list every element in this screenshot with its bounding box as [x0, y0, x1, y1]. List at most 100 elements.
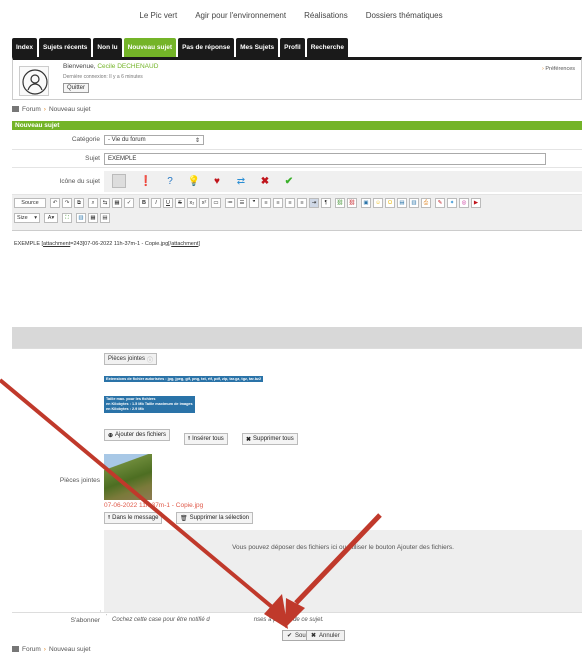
upload-icon: ⭱ [108, 515, 111, 521]
nav-dossiers[interactable]: Dossiers thématiques [366, 11, 443, 20]
spellcheck-icon[interactable]: ✓ [124, 198, 134, 208]
smiley-icon[interactable]: ☺ [373, 198, 383, 208]
select-arrow-icon: ⇕ [194, 137, 200, 144]
hr-icon[interactable]: ▥ [409, 198, 419, 208]
cancel-button[interactable]: ✖ Annuler [306, 630, 345, 641]
maximize-icon[interactable]: ⛶ [62, 213, 72, 223]
attachments-tab[interactable]: Pièces jointes ⓘ [104, 353, 158, 365]
template-icon[interactable]: ▦ [88, 213, 98, 223]
indent-icon[interactable]: ⇥ [309, 198, 319, 208]
subscript-icon[interactable]: x₂ [187, 198, 197, 208]
nav-agir[interactable]: Agir pour l'environnement [195, 11, 286, 20]
select-all-icon[interactable]: ▦ [112, 198, 122, 208]
subject-input[interactable]: EXEMPLE [104, 153, 546, 165]
drop-zone[interactable]: Vous pouvez déposer des fichiers ici ou … [104, 530, 582, 612]
forum-tabs: Index Sujets récents Non lu Nouveau suje… [12, 38, 348, 57]
tab-non-lu[interactable]: Non lu [93, 38, 122, 57]
exclamation-icon[interactable]: ❗ [139, 174, 153, 188]
attachment-thumbnail[interactable] [104, 454, 152, 500]
arrows-icon[interactable]: ⇄ [234, 174, 248, 188]
align-center-icon[interactable]: ≡ [273, 198, 283, 208]
underline-icon[interactable]: U [163, 198, 173, 208]
welcome-text: Bienvenue, Cecile DECHENAUD [63, 63, 159, 70]
copy-icon[interactable]: ⧉ [74, 198, 84, 208]
chevron-right-icon: › [43, 645, 46, 653]
redo-icon[interactable]: ↷ [62, 198, 72, 208]
avatar[interactable] [19, 66, 49, 96]
subject-label: Sujet [85, 155, 100, 162]
user-name[interactable]: Cecile DECHENAUD [97, 63, 158, 70]
question-icon[interactable]: ? [163, 174, 177, 188]
color-icon[interactable]: ✎ [435, 198, 445, 208]
link-icon[interactable]: ⛓ [335, 198, 345, 208]
quit-button[interactable]: Quitter [63, 83, 90, 93]
tab-profil[interactable]: Profil [280, 38, 305, 57]
quote-icon[interactable]: ❞ [249, 198, 259, 208]
form-header: Nouveau sujet [12, 121, 582, 130]
chevron-right-icon: › [541, 66, 544, 72]
breadcrumb-current[interactable]: Nouveau sujet [49, 646, 91, 653]
tab-recherche[interactable]: Recherche [306, 38, 348, 57]
numbered-list-icon[interactable]: ≔ [225, 198, 235, 208]
preview-icon[interactable]: ▤ [100, 213, 110, 223]
superscript-icon[interactable]: x² [199, 198, 209, 208]
instagram-icon[interactable]: ◎ [459, 198, 469, 208]
delete-all-button[interactable]: ✖ Supprimer tous [242, 433, 298, 445]
attach-icon[interactable]: ⎙ [421, 198, 431, 208]
show-blocks-icon[interactable]: ▥ [76, 213, 86, 223]
align-left-icon[interactable]: ≡ [261, 198, 271, 208]
unlink-icon[interactable]: ⛓ [347, 198, 357, 208]
image-icon[interactable]: ▣ [361, 198, 371, 208]
size-select[interactable]: Size ▾ [14, 213, 40, 223]
bullet-list-icon[interactable]: ☰ [237, 198, 247, 208]
cross-icon[interactable]: ✖ [258, 174, 272, 188]
replace-icon[interactable]: ⇆ [100, 198, 110, 208]
chevron-right-icon: › [43, 105, 46, 113]
italic-icon[interactable]: I [151, 198, 161, 208]
undo-icon[interactable]: ↶ [50, 198, 60, 208]
nav-le-pic-vert[interactable]: Le Pic vert [139, 11, 177, 20]
lightbulb-icon[interactable]: 💡 [187, 174, 201, 188]
user-icon [22, 69, 48, 95]
delete-selection-button[interactable]: 🗑 Supprimer la sélection [176, 512, 253, 524]
strike-icon[interactable]: S [175, 198, 185, 208]
attachment-file-name[interactable]: 07-06-2022 11h-37m-1 - Copie.jpg [104, 502, 203, 509]
preferences-link[interactable]: › Préférences [542, 66, 575, 72]
source-button[interactable]: Source [14, 198, 46, 208]
message-editor[interactable]: EXEMPLE [attachment=243]07-06-2022 11h-3… [12, 231, 582, 327]
breadcrumb-forum[interactable]: Forum [22, 106, 41, 113]
special-char-icon[interactable]: Ω [385, 198, 395, 208]
tab-nouveau-sujet[interactable]: Nouveau sujet [123, 38, 177, 57]
insert-all-button[interactable]: ⭱ Insérer tous [184, 433, 228, 445]
insert-in-message-button[interactable]: ⭱ Dans le message [104, 512, 163, 524]
tab-mes-sujets[interactable]: Mes Sujets [236, 38, 279, 57]
tab-pas-de-reponse[interactable]: Pas de réponse [178, 38, 235, 57]
add-files-button[interactable]: ⊕ Ajouter des fichiers [104, 429, 171, 441]
checkmark-icon[interactable]: ✔ [282, 174, 296, 188]
subscribe-checkbox[interactable]: ˙ [106, 615, 108, 621]
table-icon[interactable]: ▤ [397, 198, 407, 208]
video-icon[interactable]: ▶ [471, 198, 481, 208]
remove-format-icon[interactable]: ▭ [211, 198, 221, 208]
menu-icon [12, 646, 19, 652]
breadcrumb-forum[interactable]: Forum [22, 646, 41, 653]
font-color-icon[interactable]: A▾ [44, 213, 58, 223]
subscribe-text: Cochez cette case pour être notifié d nse… [112, 617, 324, 623]
tab-index[interactable]: Index [12, 38, 37, 57]
bold-icon[interactable]: B [139, 198, 149, 208]
upload-icon: ⭱ [188, 436, 191, 442]
direction-icon[interactable]: ¶ [321, 198, 331, 208]
category-select[interactable]: - Vie du forum ⇕ [104, 135, 204, 145]
allowed-extensions: Extensions de fichier autorisées : jpg, … [104, 376, 264, 382]
nav-realisations[interactable]: Réalisations [304, 11, 348, 20]
justify-icon[interactable]: ≡ [297, 198, 307, 208]
breadcrumb-current[interactable]: Nouveau sujet [49, 106, 91, 113]
tab-sujets-recents[interactable]: Sujets récents [38, 38, 92, 57]
find-icon[interactable]: ⌕ [88, 198, 98, 208]
heart-icon[interactable]: ♥ [210, 174, 224, 188]
topic-icon-label: Icône du sujet [59, 178, 100, 185]
align-right-icon[interactable]: ≡ [285, 198, 295, 208]
max-size-info: Taille max. pour les fichiers en Kilobyt… [104, 396, 195, 413]
twitter-icon[interactable]: ✦ [447, 198, 457, 208]
no-icon-option[interactable] [112, 174, 126, 188]
